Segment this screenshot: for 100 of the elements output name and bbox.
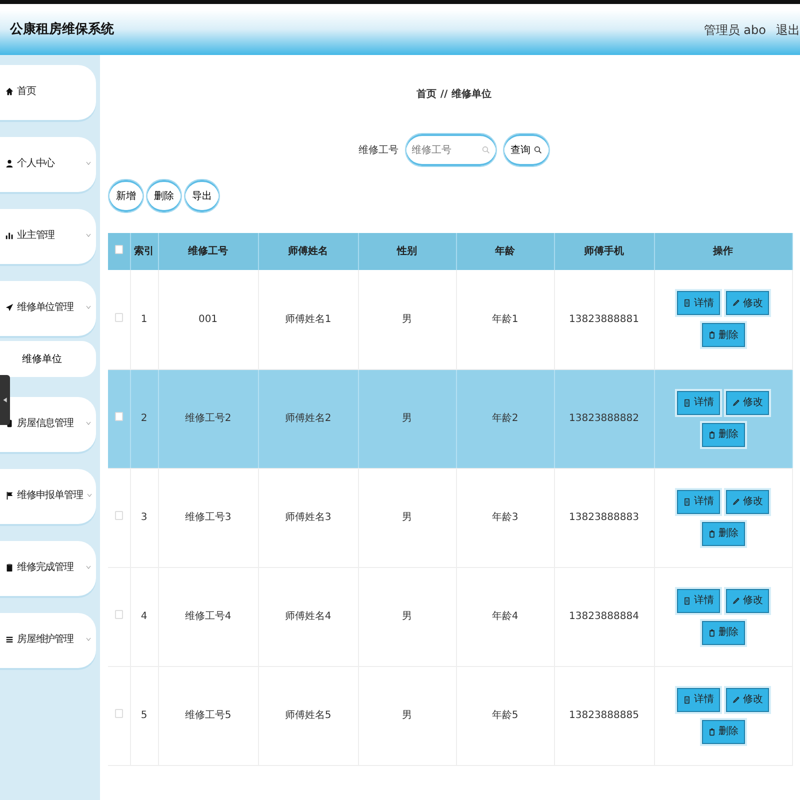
document-icon (683, 498, 691, 506)
breadcrumb-current: 维修单位 (452, 87, 492, 102)
action-button[interactable]: 删除 (702, 720, 744, 744)
sidebar-item[interactable]: 业主管理 (0, 209, 96, 261)
search-field[interactable]: 维修工号 (404, 133, 496, 167)
table-cell: 1 (130, 270, 158, 369)
trash-icon (708, 331, 716, 340)
sidebar-item[interactable]: 房屋信息管理 (0, 397, 96, 449)
pencil-icon (732, 596, 740, 604)
column-header: 操作 (654, 233, 792, 270)
table-cell: 13823888885 (554, 666, 654, 765)
table-cell: 师傅姓名1 (258, 270, 358, 369)
action-button[interactable]: 修改 (726, 291, 769, 316)
collapse-handle[interactable] (0, 375, 10, 425)
chevron-down-icon (85, 564, 92, 570)
row-checkbox[interactable] (114, 709, 123, 718)
action-button[interactable]: 详情 (677, 688, 720, 712)
table-cell: 维修工号4 (158, 567, 258, 666)
chevron-down-icon (85, 232, 92, 238)
table-cell: 13823888884 (554, 567, 654, 666)
sidebar-item[interactable]: 维修申报单管理 (0, 469, 96, 521)
table-cell: 男 (358, 666, 456, 765)
action-button[interactable]: 修改 (726, 390, 769, 414)
table-cell: 男 (358, 567, 456, 666)
search-icon (534, 146, 542, 154)
table-cell: 13823888881 (554, 270, 654, 369)
table-cell: 师傅姓名3 (258, 468, 358, 567)
search-button[interactable]: 查询 (502, 133, 550, 167)
action-button[interactable]: 删除 (702, 522, 744, 546)
row-checkbox[interactable] (114, 610, 123, 619)
table-cell: 师傅姓名2 (258, 369, 358, 468)
user-label: 管理员 abo (704, 22, 766, 38)
toolbar-button[interactable]: 新增 (108, 179, 144, 213)
list-icon (5, 634, 14, 644)
action-button[interactable]: 详情 (677, 490, 720, 514)
table-cell: 年龄4 (456, 567, 554, 666)
table-cell: 2 (130, 369, 158, 468)
action-button[interactable]: 详情 (677, 390, 720, 414)
select-all-checkbox[interactable] (114, 245, 123, 254)
flag-icon (5, 490, 14, 500)
row-checkbox[interactable] (114, 511, 123, 520)
action-button[interactable]: 修改 (726, 688, 769, 712)
column-header: 师傅手机 (554, 233, 654, 270)
table-cell: 4 (130, 567, 158, 666)
table-cell: 年龄5 (456, 666, 554, 765)
chevron-down-icon (85, 636, 92, 642)
table-cell: 维修工号5 (158, 666, 258, 765)
sidebar-subitem[interactable]: 维修单位 (0, 341, 96, 377)
table-cell: 年龄1 (456, 270, 554, 369)
action-button[interactable]: 删除 (702, 620, 744, 644)
logout-link[interactable]: 退出 (776, 20, 800, 38)
document-icon (683, 596, 691, 604)
sidebar-item[interactable]: 维修完成管理 (0, 541, 96, 593)
column-header: 维修工号 (158, 233, 258, 270)
sidebar-item[interactable]: 个人中心 (0, 137, 96, 189)
table-cell: 13823888883 (554, 468, 654, 567)
table-cell: 男 (358, 468, 456, 567)
row-checkbox[interactable] (114, 312, 123, 322)
pencil-icon (732, 299, 740, 308)
caret-left-icon (2, 396, 8, 404)
table-cell: 年龄3 (456, 468, 554, 567)
action-button[interactable]: 修改 (726, 588, 769, 612)
trash-icon (708, 530, 716, 538)
row-checkbox[interactable] (114, 412, 123, 421)
pencil-icon (732, 398, 740, 406)
breadcrumb-link[interactable]: 首页 (416, 87, 436, 107)
app-title: 公康租房维保系统 (10, 20, 114, 39)
table-cell: 男 (358, 369, 456, 468)
action-button[interactable]: 详情 (677, 588, 720, 612)
chevron-down-icon (86, 492, 93, 498)
action-button[interactable]: 修改 (726, 490, 769, 514)
chevron-down-icon (85, 420, 92, 426)
bar-chart-icon (5, 230, 14, 240)
column-header: 年龄 (456, 233, 554, 270)
sidebar-item[interactable]: 维修单位管理 (0, 281, 96, 333)
table-cell: 3 (130, 468, 158, 567)
search-icon (482, 146, 490, 154)
trash-icon (708, 628, 716, 636)
table-cell: 维修工号2 (158, 369, 258, 468)
action-button[interactable]: 删除 (702, 323, 744, 348)
chevron-down-icon (85, 304, 92, 310)
paper-plane-icon (5, 302, 14, 312)
action-button[interactable]: 删除 (702, 422, 744, 446)
sidebar-item[interactable]: 房屋维护管理 (0, 613, 96, 665)
pencil-icon (732, 696, 740, 704)
search-label: 维修工号 (358, 144, 398, 158)
table-cell: 师傅姓名4 (258, 567, 358, 666)
toolbar-button[interactable]: 删除 (146, 179, 182, 213)
column-header: 性别 (358, 233, 456, 270)
chevron-down-icon (85, 160, 92, 166)
user-icon (5, 158, 14, 168)
table-cell: 维修工号3 (158, 468, 258, 567)
document-icon (683, 696, 691, 704)
action-button[interactable]: 详情 (677, 291, 720, 316)
sidebar-item[interactable]: 首页 (0, 65, 96, 117)
table-cell: 年龄2 (456, 369, 554, 468)
document-icon (683, 299, 691, 308)
column-header: 索引 (130, 233, 158, 270)
toolbar-button[interactable]: 导出 (184, 179, 220, 213)
trash-icon (708, 728, 716, 736)
